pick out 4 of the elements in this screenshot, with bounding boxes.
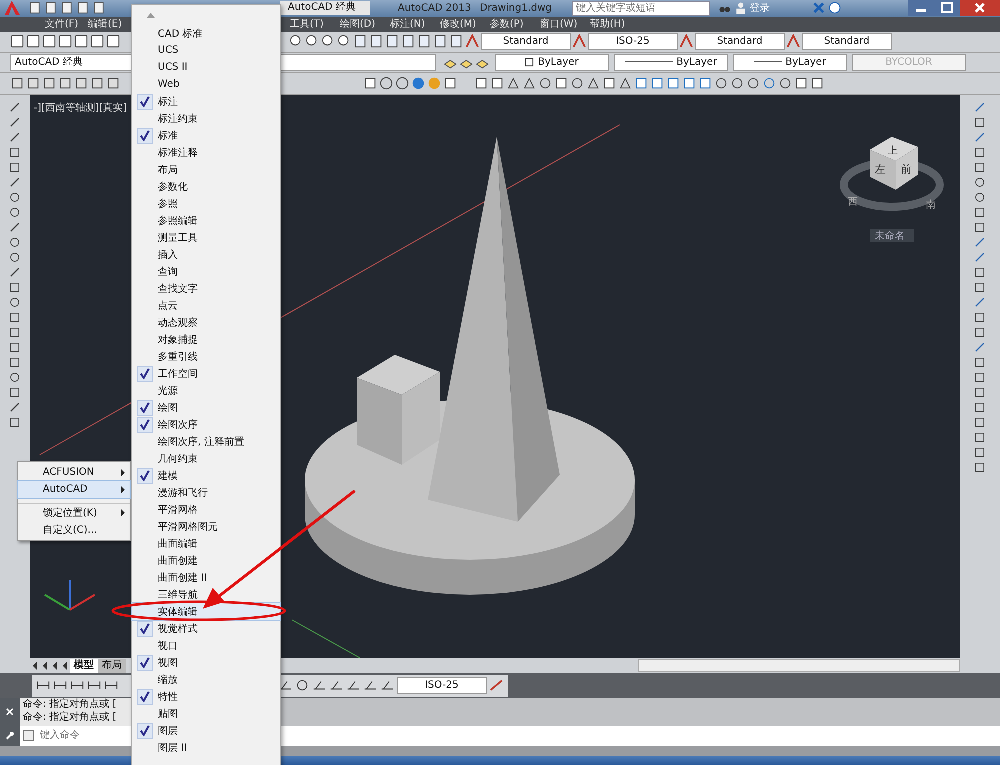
app-title: AutoCAD 2013	[398, 2, 472, 14]
command-history-line: 命令: 指定对角点或 [	[23, 698, 118, 712]
file-name: Drawing1.dwg	[480, 2, 553, 14]
command-history-line: 命令: 指定对角点或 [	[23, 711, 118, 724]
